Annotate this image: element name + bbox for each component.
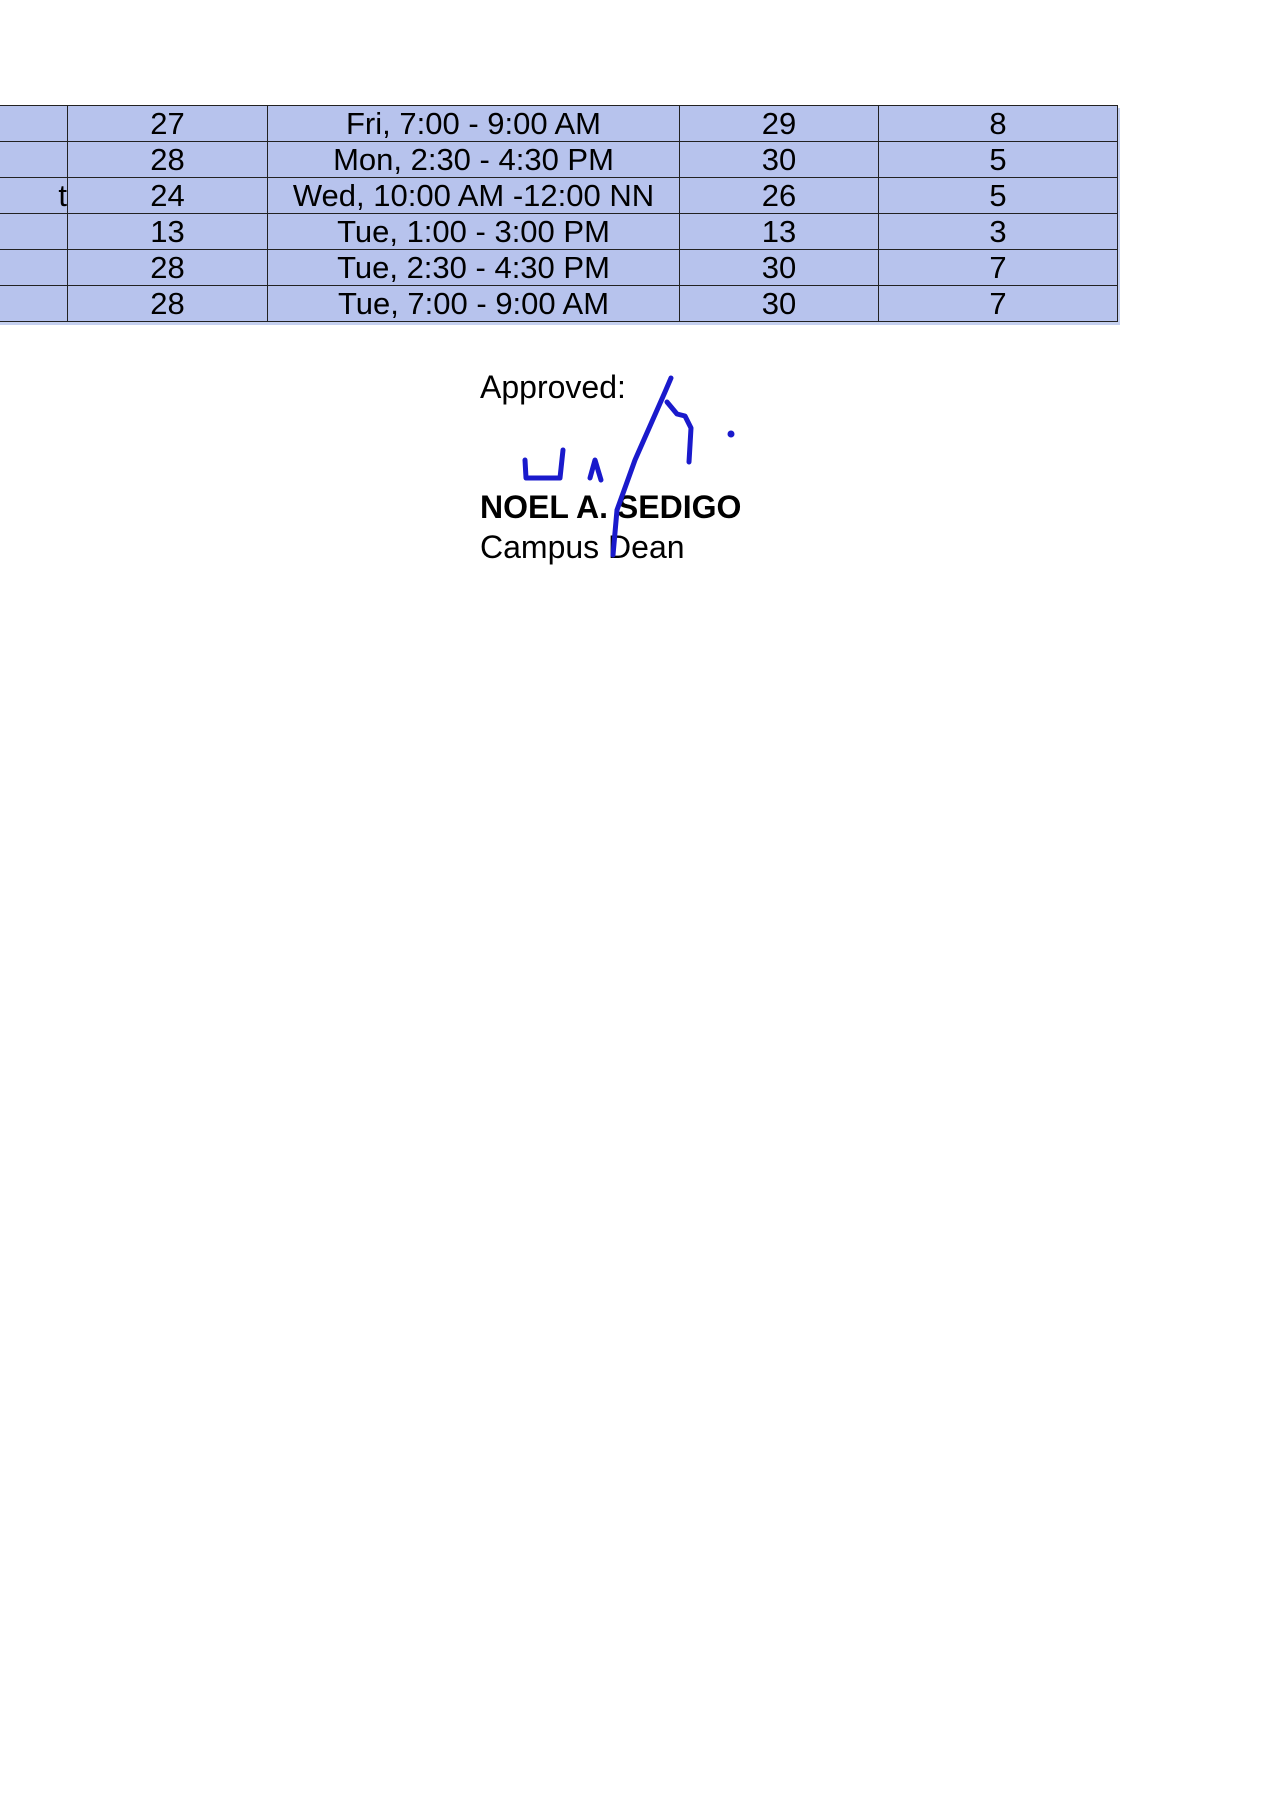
table-cell	[0, 141, 68, 178]
table-cell: 28	[67, 249, 268, 286]
table-cell: Tue, 1:00 - 3:00 PM	[267, 213, 680, 250]
table-cell: 27	[67, 105, 268, 142]
table-cell: Fri, 7:00 - 9:00 AM	[267, 105, 680, 142]
table-cell: Mon, 2:30 - 4:30 PM	[267, 141, 680, 178]
table-cell: Tue, 2:30 - 4:30 PM	[267, 249, 680, 286]
signature-stroke	[664, 399, 694, 465]
table-cell: Tue, 7:00 - 9:00 AM	[267, 285, 680, 322]
table-row: 28 Tue, 7:00 - 9:00 AM 30 7	[0, 285, 1118, 322]
table-cell: 5	[878, 141, 1118, 178]
table-cell: 29	[679, 105, 879, 142]
table-cell	[0, 213, 68, 250]
table-cell	[0, 105, 68, 142]
table-cell: 28	[67, 141, 268, 178]
table-row: 27 Fri, 7:00 - 9:00 AM 29 8	[0, 105, 1118, 142]
signature-stroke	[587, 457, 604, 483]
table-cell: 24	[67, 177, 268, 214]
table-row: 13 Tue, 1:00 - 3:00 PM 13 3	[0, 213, 1118, 250]
document-page: 27 Fri, 7:00 - 9:00 AM 29 8 28 Mon, 2:30…	[0, 0, 1272, 1800]
table-cell: 30	[679, 285, 879, 322]
table-cell: 5	[878, 177, 1118, 214]
table-cell: 7	[878, 249, 1118, 286]
table-cell: 30	[679, 249, 879, 286]
table-cell: 26	[679, 177, 879, 214]
table-row: t 24 Wed, 10:00 AM -12:00 NN 26 5	[0, 177, 1118, 214]
table-row: 28 Tue, 2:30 - 4:30 PM 30 7	[0, 249, 1118, 286]
table-cell: 7	[878, 285, 1118, 322]
table-cell	[0, 285, 68, 322]
table-cell: 3	[878, 213, 1118, 250]
signature-stroke	[522, 447, 566, 481]
schedule-table: 27 Fri, 7:00 - 9:00 AM 29 8 28 Mon, 2:30…	[0, 105, 1118, 322]
signature-stroke	[610, 375, 674, 558]
table-cell: 28	[67, 285, 268, 322]
signature-dot	[727, 430, 735, 438]
handwritten-signature	[522, 375, 735, 558]
table-cell: 13	[679, 213, 879, 250]
table-cell: 13	[67, 213, 268, 250]
table-cell: 8	[878, 105, 1118, 142]
table-cell: Wed, 10:00 AM -12:00 NN	[267, 177, 680, 214]
table-row: 28 Mon, 2:30 - 4:30 PM 30 5	[0, 141, 1118, 178]
table-cell: 30	[679, 141, 879, 178]
table-cell	[0, 249, 68, 286]
table-cell: t	[0, 177, 68, 214]
